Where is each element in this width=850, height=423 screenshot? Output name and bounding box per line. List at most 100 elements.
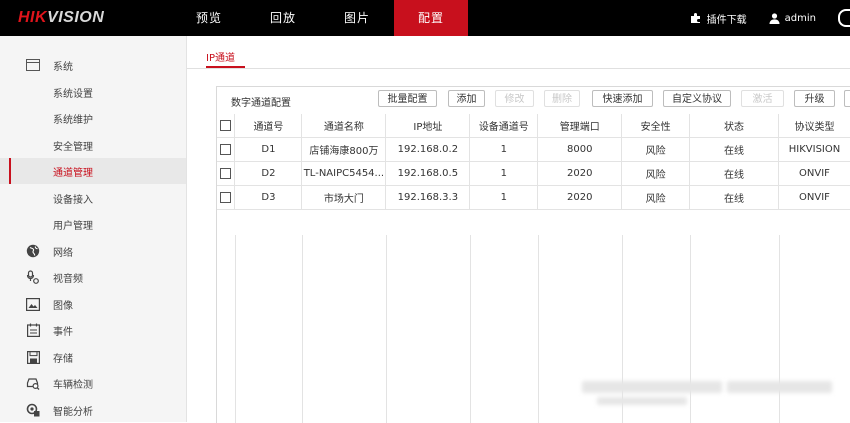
nav-playback[interactable]: 回放: [246, 0, 320, 36]
sidebar-item-system-maintenance[interactable]: 系统维护: [0, 105, 186, 131]
sidebar-item-audio-video[interactable]: 视音频: [0, 264, 186, 290]
table-cell: D2: [234, 161, 303, 186]
modify-button[interactable]: 修改: [495, 90, 534, 107]
sidebar-item-device-access[interactable]: 设备接入: [0, 185, 186, 211]
column-header: 管理端口: [537, 114, 623, 138]
sidebar-item-image[interactable]: 图像: [0, 291, 186, 317]
nav-preview[interactable]: 预览: [172, 0, 246, 36]
column-header: 通道号: [234, 114, 303, 138]
row-checkbox[interactable]: [220, 191, 232, 203]
sidebar-item-label: 车辆检测: [53, 379, 93, 391]
network-globe-icon: [26, 244, 40, 258]
table-cell: ONVIF: [778, 185, 850, 210]
table-cell: 1: [469, 137, 539, 162]
sidebar-item-label: 事件: [53, 326, 73, 338]
plugin-download-link[interactable]: 插件下载: [690, 11, 747, 26]
row-select-cell: [217, 185, 236, 210]
blurred-watermark: [727, 381, 832, 393]
sidebar-item-channel-management[interactable]: 通道管理: [0, 158, 186, 184]
tab-ip-channel[interactable]: IP通道: [206, 49, 235, 64]
puzzle-icon: [690, 13, 700, 23]
table-cell: HIKVISION: [778, 137, 850, 162]
sidebar-item-label: 安全管理: [53, 141, 93, 153]
sidebar-item-smart-analysis[interactable]: 智能分析: [0, 397, 186, 423]
table-cell: 2020: [537, 161, 623, 186]
table-cell: 在线: [689, 161, 779, 186]
sidebar-item-user-management[interactable]: 用户管理: [0, 211, 186, 237]
table-cell: 1: [469, 185, 539, 210]
custom-protocol-button[interactable]: 自定义协议: [663, 90, 731, 107]
sidebar-item-label: 系统维护: [53, 114, 93, 126]
sidebar-item-vehicle-detection[interactable]: 车辆检测: [0, 370, 186, 396]
row-select-cell: [217, 137, 236, 162]
table-cell: 192.168.0.5: [385, 161, 471, 186]
activate-button[interactable]: 激活: [741, 90, 784, 107]
column-header: IP地址: [385, 114, 471, 138]
username: admin: [784, 12, 816, 24]
column-header: 协议类型: [778, 114, 850, 138]
table-row[interactable]: D3 市场大门 192.168.3.3 1 2020 风险 在线 ONVIF: [217, 185, 850, 210]
delete-button[interactable]: 删除: [544, 90, 580, 107]
table-cell: 2020: [537, 185, 623, 210]
table-cell: 在线: [689, 185, 779, 210]
column-divider: [622, 235, 623, 423]
add-button[interactable]: 添加: [448, 90, 485, 107]
tab-divider: [187, 68, 850, 69]
hikvision-logo: HIKVISION: [18, 9, 105, 26]
nav-configuration[interactable]: 配置: [394, 0, 468, 36]
help-icon[interactable]: [838, 9, 850, 27]
table-cell: 风险: [621, 185, 691, 210]
table-cell: 192.168.0.2: [385, 137, 471, 162]
select-all-checkbox[interactable]: [220, 119, 232, 131]
channel-panel: 数字通道配置 批量配置 添加 修改 删除 快速添加 自定义协议 激活 升级 通道…: [216, 86, 850, 423]
event-calendar-icon: [26, 323, 40, 337]
table-cell: D3: [234, 185, 303, 210]
main-nav: 预览 回放 图片 配置: [172, 0, 468, 36]
blurred-watermark: [597, 397, 687, 405]
sidebar-item-storage[interactable]: 存储: [0, 344, 186, 370]
batch-config-button[interactable]: 批量配置: [378, 90, 437, 107]
sidebar-item-system[interactable]: 系统: [0, 52, 186, 78]
table-header-row: 通道号 通道名称 IP地址 设备通道号 管理端口 安全性 状态 协议类型: [217, 114, 850, 138]
sidebar-item-label: 用户管理: [53, 220, 93, 232]
table-row[interactable]: D2 TL-NAIPC5454... 192.168.0.5 1 2020 风险…: [217, 161, 850, 186]
row-checkbox[interactable]: [220, 143, 232, 155]
table-cell: TL-NAIPC5454...: [301, 161, 387, 186]
table-cell: 在线: [689, 137, 779, 162]
user-icon: [769, 12, 780, 24]
sidebar-item-label: 图像: [53, 300, 73, 312]
table-cell: 市场大门: [301, 185, 387, 210]
panel-title: 数字通道配置: [231, 98, 291, 109]
audio-video-icon: [26, 270, 40, 284]
upgrade-button[interactable]: 升级: [794, 90, 835, 107]
table-cell: ONVIF: [778, 161, 850, 186]
column-divider: [386, 235, 387, 423]
sidebar-item-label: 网络: [53, 247, 73, 259]
vehicle-detection-icon: [26, 376, 40, 390]
image-icon: [26, 297, 40, 311]
sidebar-item-label: 智能分析: [53, 406, 93, 418]
sidebar-item-label: 设备接入: [53, 194, 93, 206]
system-icon: [26, 58, 40, 72]
table-empty-area: [217, 235, 850, 423]
sidebar-item-system-settings[interactable]: 系统设置: [0, 79, 186, 105]
column-header: 设备通道号: [469, 114, 539, 138]
table-cell: 1: [469, 161, 539, 186]
sidebar-item-security[interactable]: 安全管理: [0, 132, 186, 158]
row-checkbox[interactable]: [220, 167, 232, 179]
table-row[interactable]: D1 店铺海康800万 192.168.0.2 1 8000 风险 在线 HIK…: [217, 137, 850, 162]
table-cell: 店铺海康800万: [301, 137, 387, 162]
sidebar-item-event[interactable]: 事件: [0, 317, 186, 343]
top-bar: HIKVISION 预览 回放 图片 配置 插件下载 admin: [0, 0, 850, 36]
column-divider: [302, 235, 303, 423]
user-menu[interactable]: admin: [769, 13, 816, 24]
sidebar-item-network[interactable]: 网络: [0, 238, 186, 264]
top-right-actions: 插件下载 admin: [690, 0, 850, 36]
sidebar-item-label: 系统: [53, 61, 73, 73]
select-all-cell: [217, 114, 236, 138]
sidebar-item-label: 视音频: [53, 273, 83, 285]
nav-picture[interactable]: 图片: [320, 0, 394, 36]
more-button-cut[interactable]: [844, 90, 850, 107]
quick-add-button[interactable]: 快速添加: [592, 90, 653, 107]
storage-icon: [26, 350, 40, 364]
